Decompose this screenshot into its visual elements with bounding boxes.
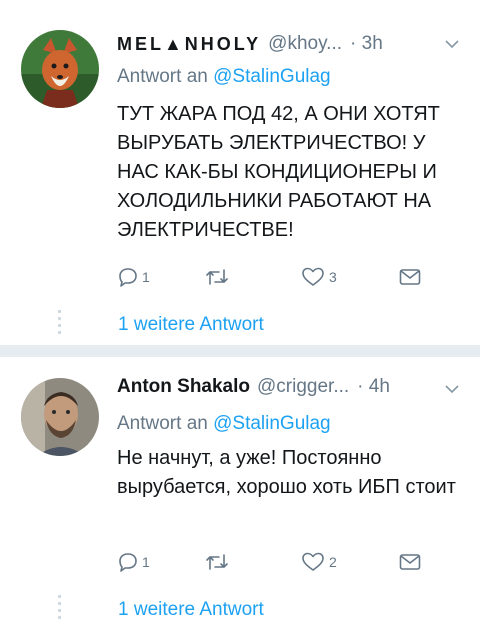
reply-count: 1 bbox=[142, 269, 150, 285]
reply-context: Antwort an @StalinGulag bbox=[117, 66, 331, 88]
tweet-header: Anton Shakalo @crigger... · 4h bbox=[117, 372, 390, 402]
chevron-down-icon[interactable] bbox=[444, 381, 460, 397]
thread-line bbox=[58, 595, 61, 621]
reply-button[interactable]: 1 bbox=[117, 551, 150, 573]
timestamp[interactable]: · 4h bbox=[357, 376, 390, 398]
avatar[interactable] bbox=[21, 30, 99, 108]
tweet-text: Не начнут, а уже! Постоянно вырубается, … bbox=[117, 447, 456, 498]
tweet-header: MEL▲NHOLY @khoy... · 3h bbox=[117, 29, 383, 59]
like-icon bbox=[302, 552, 324, 571]
tweet-actions: 1 3 bbox=[117, 266, 437, 290]
user-handle[interactable]: @khoy... bbox=[268, 33, 342, 55]
dm-button[interactable] bbox=[398, 266, 422, 288]
dm-button[interactable] bbox=[398, 551, 422, 573]
reply-to-mention[interactable]: @StalinGulag bbox=[213, 413, 331, 434]
retweet-icon bbox=[206, 554, 228, 570]
like-button[interactable]: 3 bbox=[301, 266, 337, 288]
retweet-icon bbox=[206, 269, 228, 285]
reply-to-mention[interactable]: @StalinGulag bbox=[213, 66, 331, 87]
like-button[interactable]: 2 bbox=[301, 551, 337, 573]
tweet-text: ТУТ ЖАРА ПОД 42, А ОНИ ХОТЯТ ВЫРУБАТЬ ЭЛ… bbox=[117, 103, 440, 241]
display-name[interactable]: Anton Shakalo bbox=[117, 376, 250, 398]
like-count: 3 bbox=[329, 269, 337, 285]
chevron-down-icon[interactable] bbox=[444, 36, 460, 52]
user-handle[interactable]: @crigger... bbox=[257, 376, 349, 398]
tweet-separator bbox=[0, 345, 480, 357]
more-replies-link[interactable]: 1 weitere Antwort bbox=[118, 314, 264, 336]
like-count: 2 bbox=[329, 554, 337, 570]
reply-prefix: Antwort an bbox=[117, 66, 208, 87]
tweet[interactable]: Anton Shakalo @crigger... · 4h Antwort a… bbox=[0, 357, 480, 641]
reply-icon bbox=[119, 553, 137, 572]
reply-button[interactable]: 1 bbox=[117, 266, 150, 288]
reply-count: 1 bbox=[142, 554, 150, 570]
dm-icon bbox=[399, 554, 421, 570]
avatar[interactable] bbox=[21, 378, 99, 456]
timestamp[interactable]: · 3h bbox=[350, 33, 383, 55]
reply-icon bbox=[119, 268, 137, 287]
thread-line bbox=[58, 310, 61, 334]
retweet-button[interactable] bbox=[205, 551, 229, 573]
like-icon bbox=[302, 267, 324, 286]
tweet[interactable]: MEL▲NHOLY @khoy... · 3h Antwort an @Stal… bbox=[0, 0, 480, 345]
reply-prefix: Antwort an bbox=[117, 413, 208, 434]
retweet-button[interactable] bbox=[205, 266, 229, 288]
dm-icon bbox=[399, 269, 421, 285]
display-name[interactable]: MEL▲NHOLY bbox=[117, 34, 261, 55]
tweet-actions: 1 2 bbox=[117, 551, 437, 575]
more-replies-link[interactable]: 1 weitere Antwort bbox=[118, 599, 264, 621]
reply-context: Antwort an @StalinGulag bbox=[117, 413, 331, 435]
